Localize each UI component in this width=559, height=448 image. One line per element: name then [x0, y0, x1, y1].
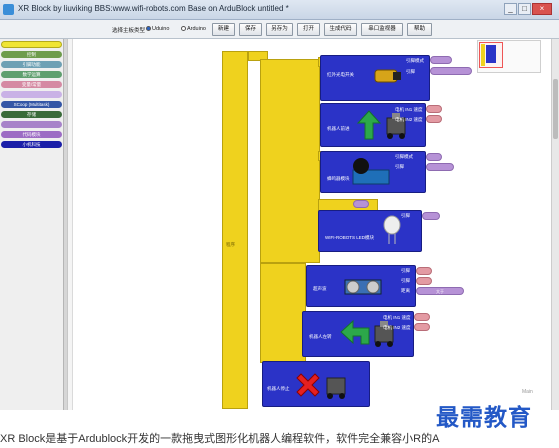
echo-pin-value[interactable]	[416, 277, 432, 285]
pin-mode-value[interactable]	[430, 56, 452, 64]
app-window: XR Block by liuviking BBS:www.wifi-robot…	[0, 0, 559, 448]
trig-pin-value[interactable]	[416, 267, 432, 275]
radio-unselected-icon	[181, 26, 186, 32]
radio-selected-icon	[146, 26, 151, 32]
block-field-label: 引脚模式	[406, 58, 424, 63]
save-as-button[interactable]: 另存为	[266, 23, 293, 36]
ultrasonic-block[interactable]: 超声波 引脚 引脚 距离	[306, 265, 416, 307]
block-field-label: 引脚	[401, 278, 410, 283]
block-field-label: 电机 IN2 速度	[395, 117, 423, 122]
canvas-ruler	[68, 39, 73, 410]
block-title: 蜂鸣器模块	[327, 176, 350, 181]
pin-value[interactable]	[430, 67, 472, 75]
led-module-block[interactable]: WIFI-ROBOTS LED模块 引脚	[318, 210, 422, 252]
ir-switch-block[interactable]: 红外光电开关 引脚模式 引脚	[320, 55, 430, 101]
condition-value[interactable]	[353, 200, 369, 208]
palette-category-pins[interactable]: 引脚功能	[1, 61, 62, 68]
minimap-block	[486, 45, 496, 63]
up-arrow-icon	[357, 110, 381, 140]
board-type-label: 选择主板类型	[112, 28, 146, 34]
vertical-scrollbar[interactable]	[551, 39, 559, 410]
robot-stop-block[interactable]: 机器人停止	[262, 361, 370, 407]
serial-monitor-button[interactable]: 串口监视器	[361, 23, 403, 36]
minimize-button[interactable]: _	[504, 3, 517, 15]
left-arrow-icon	[340, 319, 370, 345]
palette-category[interactable]	[1, 41, 62, 48]
palette-category-math[interactable]: 数学运算	[1, 71, 62, 78]
robot-forward-block[interactable]: 机器人前进 电机 IN1 速度 电机 IN2 速度	[320, 103, 426, 147]
board-radio-arduino[interactable]: Arduino	[181, 26, 206, 32]
close-button[interactable]: ×	[532, 3, 552, 15]
maximize-button[interactable]: □	[518, 3, 531, 15]
block-field-label: 引脚	[395, 164, 404, 169]
article-caption: XR Block是基于Ardublock开发的一款拖曳式图形化机器人编程软件，软…	[0, 433, 440, 445]
workspace-canvas[interactable]: 程序 红外光电开关 引脚模式 引脚 机器人前进 电机 IN1 速度 电机 IN2…	[67, 39, 551, 410]
compare-value[interactable]: 大于	[416, 287, 464, 295]
block-field-label: 引脚	[401, 213, 410, 218]
palette-category[interactable]	[1, 91, 62, 98]
speed-value[interactable]	[414, 323, 430, 331]
palette-category-storage[interactable]: 存储	[1, 111, 62, 118]
block-title: 机器人左转	[309, 334, 332, 339]
if-block[interactable]	[260, 59, 320, 263]
board-radio-uduino[interactable]: Uduino	[146, 26, 169, 32]
palette-category[interactable]	[1, 121, 62, 128]
palette-category-variables[interactable]: 变量/常量	[1, 81, 62, 88]
title-bar: XR Block by liuviking BBS:www.wifi-robot…	[0, 0, 559, 20]
else-branch[interactable]	[260, 263, 306, 363]
program-label: 程序	[226, 242, 235, 247]
buzzer-block[interactable]: 蜂鸣器模块 引脚模式 引脚	[320, 151, 426, 193]
block-field-label: 引脚	[406, 69, 415, 74]
block-field-label: 引脚模式	[395, 154, 413, 159]
scrollbar-thumb[interactable]	[553, 79, 558, 139]
canvas-status: Main	[522, 389, 533, 395]
block-field-label: 电机 IN1 速度	[383, 315, 411, 320]
palette-category-control[interactable]: 控制	[1, 51, 62, 58]
radio-label: Uduino	[152, 26, 170, 32]
speed-value[interactable]	[426, 105, 442, 113]
open-button[interactable]: 打开	[297, 23, 320, 36]
block-title: 机器人前进	[327, 126, 350, 131]
speed-value[interactable]	[426, 115, 442, 123]
app-icon	[3, 4, 14, 15]
robot-car-icon	[326, 377, 346, 399]
block-title: WIFI-ROBOTS LED模块	[325, 235, 375, 240]
ultrasonic-sensor-icon	[344, 279, 382, 295]
minimap-block	[481, 44, 485, 66]
help-button[interactable]: 帮助	[407, 23, 432, 36]
new-button[interactable]: 新建	[212, 23, 235, 36]
block-palette: 控制 引脚功能 数学运算 变量/常量 SCoop (Multitask) 存储 …	[0, 39, 64, 410]
radio-label: Arduino	[187, 26, 206, 32]
block-title: 机器人停止	[267, 386, 290, 391]
speed-value[interactable]	[414, 313, 430, 321]
watermark-logo: 最需教育	[436, 404, 532, 431]
robot-car-icon	[374, 321, 394, 347]
block-field-label: 引脚	[401, 268, 410, 273]
toolbar: 选择主板类型 Uduino Arduino 新建 保存 另存为 打开 生成代码 …	[0, 20, 559, 39]
generate-code-button[interactable]: 生成代码	[324, 23, 357, 36]
program-block[interactable]: 程序	[222, 51, 248, 409]
pin-value[interactable]	[422, 212, 440, 220]
save-button[interactable]: 保存	[239, 23, 262, 36]
block-title: 红外光电开关	[327, 72, 354, 77]
pin-value[interactable]	[426, 163, 454, 171]
block-field-label: 电机 IN2 速度	[383, 325, 411, 330]
buzzer-module-icon	[352, 158, 390, 185]
block-title: 超声波	[313, 286, 327, 291]
led-icon	[383, 215, 401, 244]
block-field-label: 距离	[401, 288, 410, 293]
compare-operator: 大于	[436, 289, 444, 294]
palette-category-code[interactable]: 代码模块	[1, 131, 62, 138]
stop-cross-icon	[296, 373, 320, 397]
window-title: XR Block by liuviking BBS:www.wifi-robot…	[18, 4, 289, 13]
palette-category-xr[interactable]: 小机科技	[1, 141, 62, 148]
workspace-minimap[interactable]	[477, 40, 541, 73]
robot-car-icon	[386, 113, 406, 139]
block-field-label: 电机 IN1 速度	[395, 107, 423, 112]
ir-sensor-icon	[374, 69, 401, 83]
palette-category-scoop[interactable]: SCoop (Multitask)	[1, 101, 62, 108]
pin-mode-value[interactable]	[426, 153, 442, 161]
robot-left-turn-block[interactable]: 机器人左转 电机 IN1 速度 电机 IN2 速度	[302, 311, 414, 357]
